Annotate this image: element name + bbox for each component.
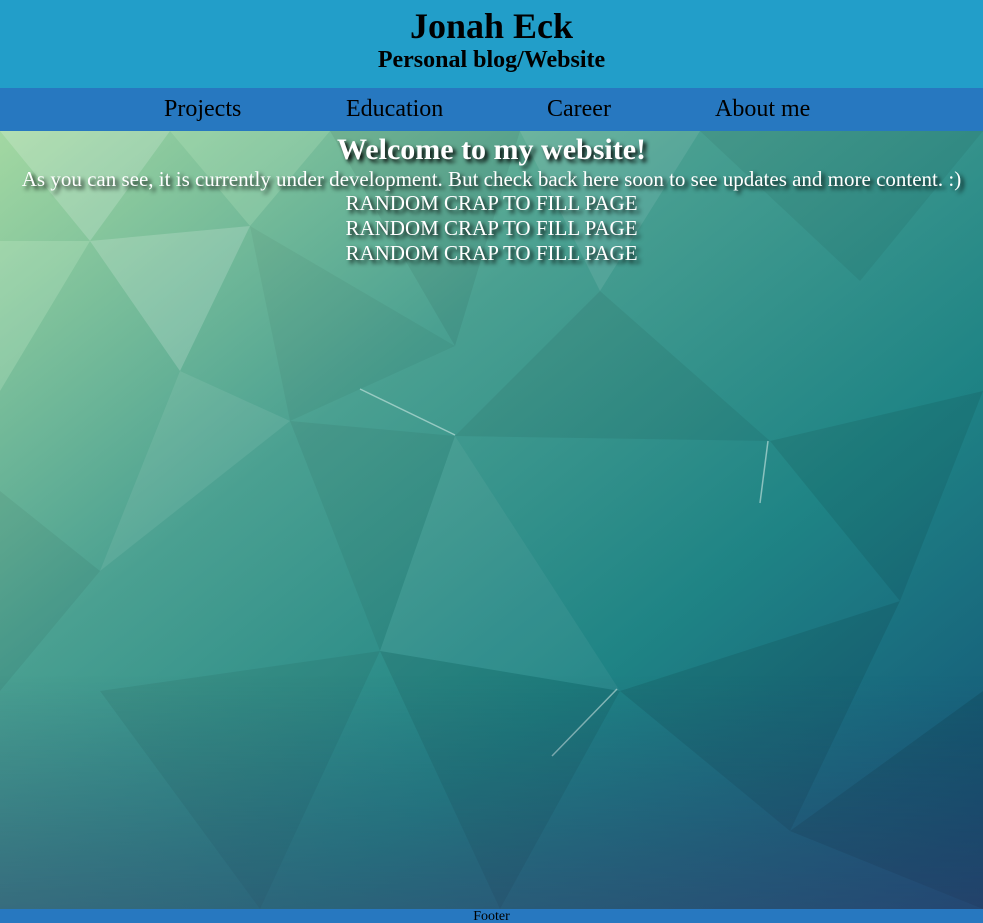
main-nav: Projects Education Career About me — [0, 88, 983, 131]
main-content: Welcome to my website! As you can see, i… — [0, 131, 983, 909]
welcome-section: Welcome to my website! As you can see, i… — [0, 131, 983, 266]
filler-text: RANDOM CRAP TO FILL PAGE — [345, 191, 638, 215]
site-title: Jonah Eck — [409, 6, 574, 46]
nav-link-education[interactable]: Education — [346, 95, 443, 123]
filler-text: RANDOM CRAP TO FILL PAGE — [345, 241, 638, 265]
nav-link-career[interactable]: Career — [547, 95, 611, 123]
nav-link-about-me[interactable]: About me — [715, 95, 810, 123]
filler-text: RANDOM CRAP TO FILL PAGE — [345, 216, 638, 240]
site-header: Jonah Eck Personal blog/Website — [0, 0, 983, 88]
intro-text: As you can see, it is currently under de… — [21, 167, 962, 191]
site-subtitle: Personal blog/Website — [377, 47, 606, 73]
site-footer: Footer — [0, 909, 983, 923]
nav-link-projects[interactable]: Projects — [164, 95, 241, 123]
footer-text: Footer — [473, 909, 510, 923]
welcome-heading: Welcome to my website! — [336, 133, 647, 166]
